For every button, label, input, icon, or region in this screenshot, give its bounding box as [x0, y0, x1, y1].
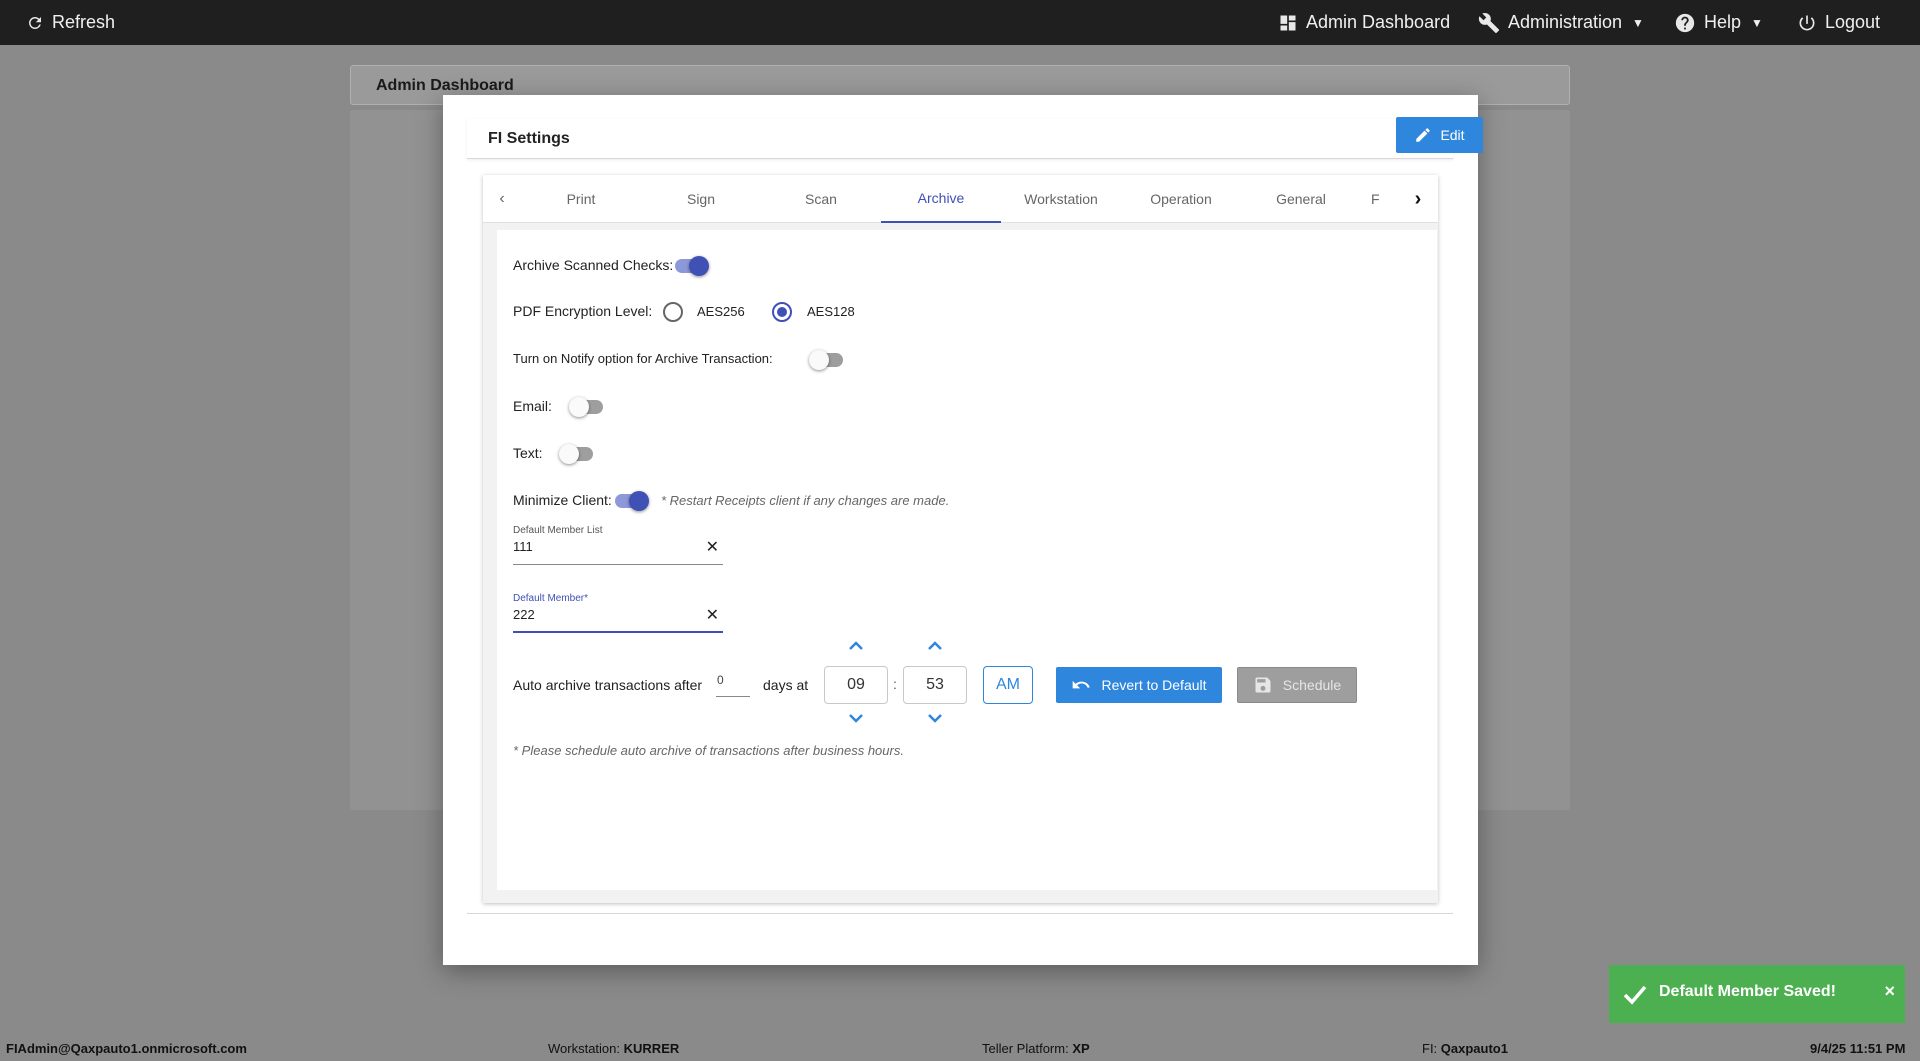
archive-scanned-checks-toggle[interactable] [673, 256, 709, 276]
schedule-button[interactable]: Schedule [1237, 667, 1357, 703]
schedule-note: * Please schedule auto archive of transa… [513, 743, 904, 758]
tab-label: Workstation [1024, 191, 1098, 207]
dialog-divider [467, 913, 1453, 914]
default-member-list-label: Default Member List [513, 525, 603, 536]
administration-label: Administration [1508, 12, 1623, 32]
dialog-title: FI Settings [488, 130, 570, 147]
tab-scroll-right-icon[interactable]: › [1403, 175, 1433, 223]
save-icon [1255, 677, 1271, 693]
minute-input[interactable]: 53 [903, 666, 967, 704]
tab-label: Operation [1150, 191, 1212, 207]
tab-partial[interactable]: F [1361, 175, 1401, 223]
status-bar: FIAdmin@Qaxpauto1.onmicrosoft.com Workst… [0, 1035, 1920, 1061]
power-icon [1799, 15, 1815, 30]
tab-scroll-left-icon[interactable]: ‹ [487, 175, 517, 223]
email-toggle[interactable] [569, 397, 605, 417]
admin-dashboard-link[interactable]: Admin Dashboard [1278, 0, 1450, 45]
default-member-label: Default Member* [513, 593, 589, 604]
chevron-down-icon: ▼ [1632, 15, 1644, 30]
toast-message: Default Member Saved! [1659, 983, 1836, 1000]
am-pm-toggle[interactable]: AM [983, 666, 1033, 704]
tab-label: Scan [805, 191, 837, 207]
archive-scanned-checks-label: Archive Scanned Checks: [513, 257, 674, 273]
time-separator: : [893, 676, 897, 692]
tab-label: Sign [686, 191, 716, 207]
settings-card: ‹ Print Sign Scan Archive Workstation Op… [483, 175, 1438, 903]
tab-label: Print [566, 191, 596, 207]
default-member-value: 222 [513, 607, 535, 622]
admin-dashboard-label: Admin Dashboard [1306, 12, 1451, 32]
status-user: FIAdmin@Qaxpauto1.onmicrosoft.com [6, 1041, 247, 1056]
archive-settings-panel: Archive Scanned Checks: PDF Encryption L… [497, 230, 1437, 890]
dialog-header: FI Settings Edit [467, 117, 1483, 159]
hour-up-icon[interactable] [846, 638, 866, 654]
tab-print[interactable]: Print [521, 175, 641, 223]
fi-settings-dialog: FI Settings Edit ‹ Print Sign Scan Archi… [443, 95, 1483, 965]
restart-note: * Restart Receipts client if any changes… [661, 493, 950, 508]
refresh-button[interactable]: Refresh [26, 0, 115, 45]
edit-button[interactable]: Edit [1396, 117, 1483, 153]
minimize-client-label: Minimize Client: [513, 492, 612, 508]
tab-scan[interactable]: Scan [761, 175, 881, 223]
refresh-label: Refresh [52, 12, 116, 32]
minute-down-icon[interactable] [925, 710, 945, 726]
administration-menu[interactable]: Administration ▼ [1478, 0, 1644, 45]
aes256-radio[interactable] [663, 302, 683, 322]
pdf-encryption-label: PDF Encryption Level: [513, 303, 653, 319]
aes128-label: AES128 [807, 304, 855, 319]
email-label: Email: [513, 398, 552, 414]
clear-icon[interactable]: ✕ [706, 605, 719, 625]
wrench-icon [1478, 12, 1500, 33]
aes256-label: AES256 [697, 304, 745, 319]
clear-icon[interactable]: ✕ [706, 537, 719, 557]
background-page-title: Admin Dashboard [376, 77, 514, 94]
tab-label: F [1371, 191, 1380, 207]
hour-down-icon[interactable] [846, 710, 866, 726]
refresh-icon [29, 16, 41, 29]
minute-up-icon[interactable] [925, 638, 945, 654]
tab-sign[interactable]: Sign [641, 175, 761, 223]
status-datetime: 9/4/25 11:51 PM [1810, 1041, 1906, 1056]
logout-label: Logout [1825, 12, 1881, 32]
default-member-field[interactable]: Default Member* 222 ✕ [513, 593, 723, 633]
text-label: Text: [513, 445, 543, 461]
close-icon[interactable]: × [1884, 981, 1895, 1002]
tab-general[interactable]: General [1241, 175, 1361, 223]
status-fi: FI: Qaxpauto1 [1422, 1041, 1508, 1056]
minimize-client-toggle[interactable] [613, 491, 649, 511]
hour-input[interactable]: 09 [824, 666, 888, 704]
tab-bar: ‹ Print Sign Scan Archive Workstation Op… [483, 175, 1438, 223]
tab-label: Archive [917, 190, 965, 206]
pencil-icon [1416, 128, 1431, 142]
notify-label: Turn on Notify option for Archive Transa… [513, 351, 773, 366]
text-toggle[interactable] [559, 444, 595, 464]
revert-to-default-button[interactable]: Revert to Default [1056, 667, 1222, 703]
success-toast: Default Member Saved! × [1609, 965, 1905, 1023]
default-member-list-field[interactable]: Default Member List 111 ✕ [513, 525, 723, 565]
chevron-down-icon: ▼ [1751, 15, 1763, 30]
help-menu[interactable]: Help ▼ [1674, 0, 1763, 45]
tab-workstation[interactable]: Workstation [1001, 175, 1121, 223]
status-workstation: Workstation: KURRER [548, 1041, 680, 1056]
auto-archive-label: Auto archive transactions after [513, 677, 703, 693]
help-label: Help [1704, 12, 1742, 32]
tab-archive[interactable]: Archive [881, 175, 1001, 223]
checkmark-icon [1623, 985, 1647, 1005]
default-member-list-value: 111 [513, 539, 533, 554]
undo-icon [1073, 680, 1091, 689]
tab-operation[interactable]: Operation [1121, 175, 1241, 223]
dashboard-icon [1280, 15, 1296, 30]
status-teller-platform: Teller Platform: XP [982, 1041, 1090, 1056]
days-at-label: days at [763, 677, 809, 693]
help-icon [1675, 13, 1695, 32]
logout-button[interactable]: Logout [1797, 0, 1880, 45]
top-navigation-bar: Refresh Admin Dashboard Administration ▼… [0, 0, 1920, 45]
aes128-radio[interactable] [772, 302, 792, 322]
days-input[interactable]: 0 [716, 671, 750, 697]
revert-label: Revert to Default [1101, 677, 1207, 693]
schedule-label: Schedule [1282, 677, 1342, 693]
tab-label: General [1276, 191, 1326, 207]
notify-toggle[interactable] [809, 350, 845, 370]
edit-label: Edit [1440, 127, 1465, 143]
